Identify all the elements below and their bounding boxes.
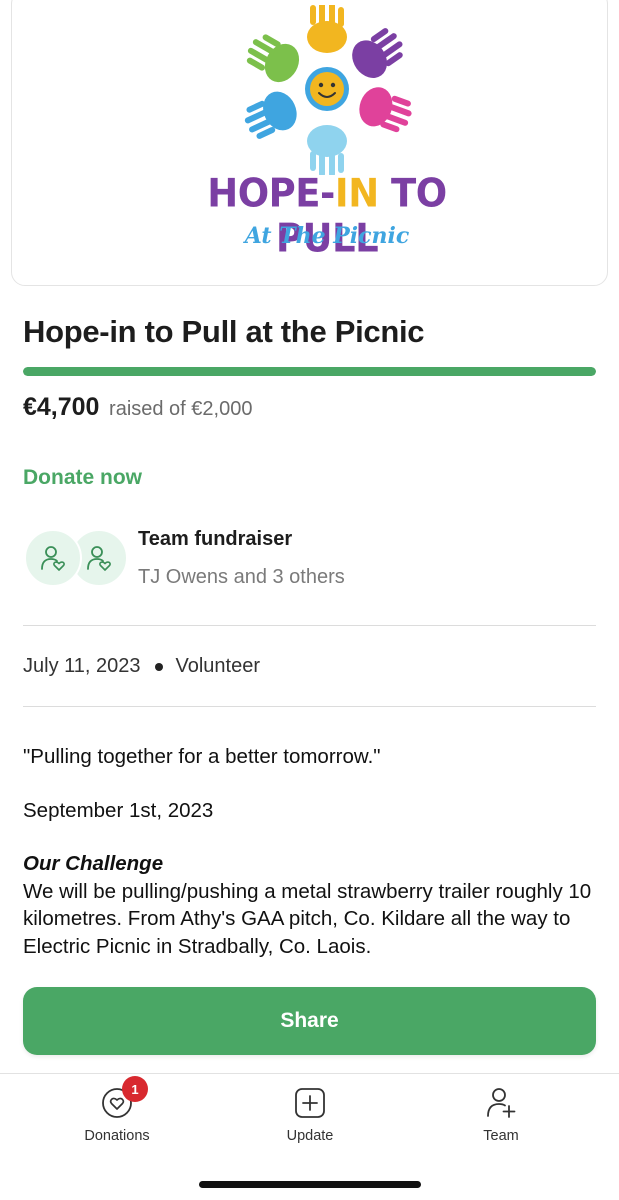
progress-bar [23,367,596,376]
tab-team-label: Team [483,1128,519,1144]
campaign-meta: July 11, 2023 Volunteer [23,655,260,678]
tab-update[interactable]: Update [250,1086,370,1144]
plus-square-icon [295,1088,325,1118]
person-add-icon [487,1088,516,1118]
tab-team[interactable]: Team [441,1086,561,1144]
story-date: September 1st, 2023 [23,798,214,822]
story-heading: Our Challenge [23,852,164,875]
team-avatars[interactable] [24,529,128,587]
page-title: Hope-in to Pull at the Picnic [23,314,425,349]
divider [23,625,596,626]
divider [23,706,596,707]
team-fundraiser-title: Team fundraiser [138,528,293,550]
logo-subtitle: At The Picnic [244,223,410,249]
separator-dot [154,662,163,671]
tab-update-label: Update [286,1128,334,1144]
donate-now-link[interactable]: Donate now [23,466,142,490]
hero-card: HOPE-IN TO PULL At The Picnic [11,0,608,286]
donations-count-badge: 1 [122,1076,148,1102]
story-body: We will be pulling/pushing a metal straw… [23,879,592,958]
category-label[interactable]: Volunteer [176,655,261,678]
tab-donations[interactable]: 1 Donations [57,1076,177,1144]
person-heart-icon [87,546,111,571]
created-date: July 11, 2023 [23,655,141,677]
story-quote: "Pulling together for a better tomorrow.… [23,745,381,768]
handprints-sun-icon [244,1,412,177]
tab-donations-label: Donations [84,1128,150,1144]
team-member-avatar [24,529,82,587]
share-button[interactable]: Share [23,987,596,1055]
person-heart-icon [41,546,65,571]
progress-fill [23,367,596,376]
raised-amount: €4,700 [23,393,100,421]
home-indicator[interactable] [199,1181,421,1188]
raised-goal-text: raised of €2,000 [109,398,253,420]
campaign-logo: HOPE-IN TO PULL At The Picnic [182,1,472,261]
team-members-summary[interactable]: TJ Owens and 3 others [138,566,345,589]
story-text: "Pulling together for a better tomorrow.… [23,743,598,960]
raised-summary: €4,700 raised of €2,000 [23,393,252,422]
